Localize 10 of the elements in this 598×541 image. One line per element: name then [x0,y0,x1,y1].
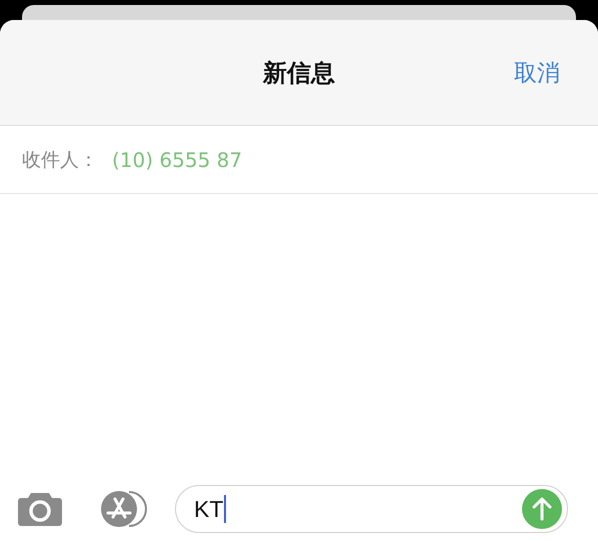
text-cursor [224,495,226,523]
arrow-up-icon [531,497,553,521]
cancel-button[interactable]: 取消 [514,57,560,88]
recipient-label: 收件人： [22,148,98,172]
message-text: KT [194,496,224,522]
camera-icon[interactable] [17,491,63,527]
recipient-field[interactable]: (10) 6555 87 [112,148,242,172]
send-button[interactable] [522,489,562,529]
sheet-title: 新信息 [263,58,335,88]
message-field[interactable]: KT [175,485,568,533]
